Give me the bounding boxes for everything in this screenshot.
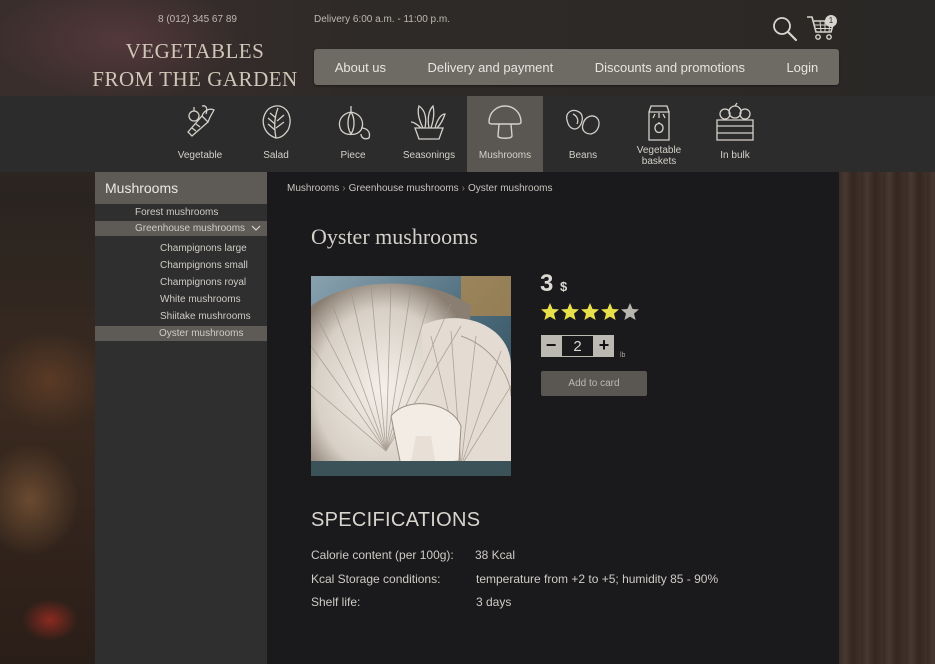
breadcrumb-link-greenhouse[interactable]: Greenhouse mushrooms [349, 183, 459, 194]
category-vegetable[interactable]: Vegetable [162, 96, 238, 172]
category-label: Vegetable [177, 150, 223, 161]
sidebar-title: Mushrooms [95, 172, 267, 204]
sidebar-item-label: Greenhouse mushrooms [135, 223, 246, 234]
category-beans[interactable]: Beans [545, 96, 621, 172]
sidebar-item-champignons-large[interactable]: Champignons large [160, 241, 247, 256]
nav-login[interactable]: Login [786, 60, 818, 75]
delivery-hours: Delivery 6:00 a.m. - 11:00 p.m. [314, 14, 450, 25]
sidebar-item-champignons-small[interactable]: Champignons small [160, 258, 248, 273]
category-piece[interactable]: Piece [315, 96, 391, 172]
category-label: Seasonings [402, 150, 456, 161]
category-label: Vegetable baskets [636, 145, 682, 167]
rating-stars[interactable] [540, 302, 640, 322]
salad-icon [262, 105, 291, 139]
sidebar-item-oyster-mushrooms[interactable]: Oyster mushrooms [95, 326, 267, 341]
category-mushrooms[interactable]: Mushrooms [467, 96, 543, 172]
top-navigation: About us Delivery and payment Discounts … [314, 49, 839, 85]
search-icon[interactable] [772, 16, 798, 42]
category-label: Piece [340, 150, 366, 161]
quantity-input[interactable] [561, 335, 594, 357]
sidebar-item-champignons-royal[interactable]: Champignons royal [160, 275, 246, 290]
basket-icon [648, 105, 670, 141]
category-label: Salad [263, 150, 289, 161]
breadcrumb: Mushrooms › Greenhouse mushrooms › Oyster mu… [287, 183, 553, 194]
spec-value-shelf-life: 3 days [476, 595, 512, 609]
sidebar-item-white-mushrooms[interactable]: White mushrooms [160, 292, 241, 307]
category-vegetable-baskets[interactable]: Vegetable baskets [621, 96, 697, 172]
category-seasonings[interactable]: Seasonings [391, 96, 467, 172]
breadcrumb-link-mushrooms[interactable]: Mushrooms [287, 183, 339, 194]
vegetable-icon [187, 105, 215, 137]
spec-label-shelf-life: Shelf life: [311, 595, 361, 609]
nav-about-us[interactable]: About us [335, 60, 386, 75]
specifications-title: SPECIFICATIONS [311, 509, 481, 531]
category-label: Mushrooms [478, 150, 532, 161]
category-in-bulk[interactable]: In bulk [697, 96, 773, 172]
star-empty-icon [621, 303, 639, 320]
price-currency: $ [560, 279, 568, 294]
mushroom-icon [488, 105, 522, 139]
spec-value-storage: temperature from +2 to +5; humidity 85 -… [476, 572, 719, 586]
logo-line-1: VEGETABLES [125, 39, 265, 63]
breadcrumb-current: Oyster mushrooms [468, 183, 553, 194]
add-to-cart-button[interactable]: Add to card [541, 371, 647, 396]
quantity-unit: lb [620, 352, 626, 359]
decrease-quantity-button[interactable]: − [541, 335, 561, 357]
seasonings-icon [410, 104, 446, 140]
chevron-down-icon [251, 225, 261, 231]
sidebar-item-greenhouse-mushrooms[interactable]: Greenhouse mushrooms [95, 221, 267, 236]
sidebar-item-forest-mushrooms[interactable]: Forest mushrooms [135, 205, 218, 220]
product-image [311, 276, 511, 476]
star-filled-icon [601, 303, 619, 320]
star-filled-icon [581, 303, 599, 320]
beans-icon [566, 109, 600, 135]
cart-count-badge: 1 [825, 15, 837, 27]
category-salad[interactable]: Salad [238, 96, 314, 172]
category-label: Beans [568, 150, 598, 161]
price-value: 3 [540, 270, 554, 297]
nav-discounts[interactable]: Discounts and promotions [595, 60, 745, 75]
spec-label-calories: Calorie content (per 100g): [311, 548, 454, 562]
crate-icon [716, 102, 754, 141]
phone-number: 8 (012) 345 67 89 [158, 14, 237, 25]
spec-value-calories: 38 Kcal [475, 548, 516, 562]
product-price: 3 $ [540, 270, 567, 298]
star-filled-icon [541, 303, 559, 320]
increase-quantity-button[interactable]: + [594, 335, 614, 357]
category-label: In bulk [720, 150, 750, 161]
nav-delivery-payment[interactable]: Delivery and payment [428, 60, 554, 75]
star-filled-icon [561, 303, 579, 320]
quantity-stepper: − + [541, 335, 614, 357]
garlic-icon [338, 106, 371, 140]
logo[interactable]: VEGETABLES FROM THE GARDEN [90, 37, 300, 93]
sidebar-item-shiitake-mushrooms[interactable]: Shiitake mushrooms [160, 309, 251, 324]
spec-label-storage: Kcal Storage conditions: [311, 572, 441, 586]
logo-line-2: FROM THE GARDEN [92, 67, 298, 91]
page-title: Oyster mushrooms [311, 224, 478, 249]
